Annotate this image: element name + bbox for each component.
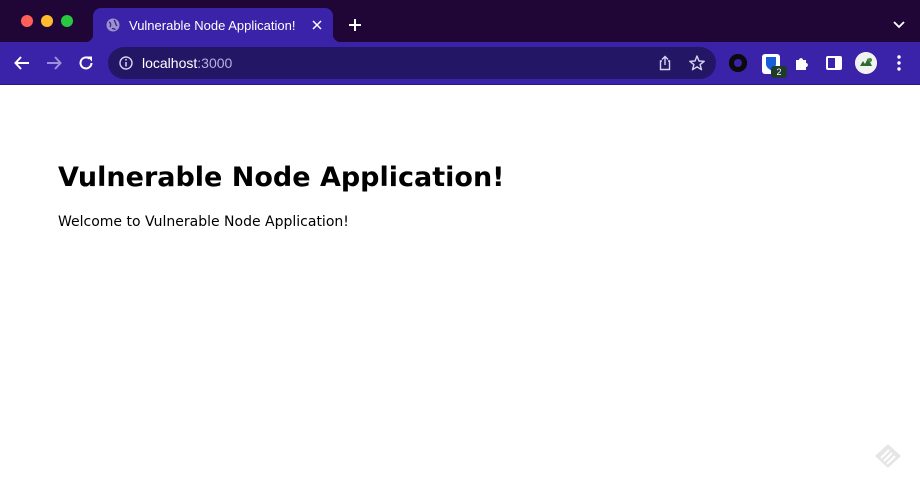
kebab-menu-icon[interactable] (888, 52, 910, 74)
star-icon[interactable] (688, 54, 706, 72)
welcome-text: Welcome to Vulnerable Node Application! (58, 214, 349, 230)
back-arrow-icon[interactable] (10, 51, 34, 75)
plus-icon[interactable] (343, 14, 367, 36)
puzzle-icon[interactable] (793, 54, 811, 72)
share-icon[interactable] (656, 54, 674, 72)
corner-logo-icon (872, 441, 904, 471)
page-viewport: Vulnerable Node Application! Welcome to … (0, 85, 920, 487)
info-icon[interactable] (118, 55, 134, 71)
url-text: localhost:3000 (142, 55, 232, 71)
window-close-button[interactable] (21, 15, 33, 27)
forward-arrow-icon[interactable] (42, 51, 66, 75)
extension-icon[interactable] (729, 54, 747, 72)
side-panel-icon[interactable] (825, 54, 843, 72)
page-title: Vulnerable Node Application! (58, 162, 505, 193)
tab-active[interactable]: Vulnerable Node Application! (85, 8, 341, 42)
extension-badge: 2 (771, 66, 787, 78)
tab-title: Vulnerable Node Application! (129, 17, 296, 33)
url-port: :3000 (197, 55, 233, 71)
address-bar[interactable]: localhost:3000 (108, 47, 716, 79)
chevron-down-icon[interactable] (888, 14, 910, 36)
reload-icon[interactable] (74, 51, 98, 75)
globe-icon (105, 17, 121, 33)
close-icon[interactable] (305, 13, 329, 37)
url-host: localhost (142, 55, 198, 71)
window-minimize-button[interactable] (41, 15, 53, 27)
browser-window: Vulnerable Node Application! localhost:3… (0, 0, 920, 487)
tab-strip: Vulnerable Node Application! (0, 0, 920, 42)
avatar[interactable] (855, 52, 877, 74)
browser-toolbar: localhost:3000 2 (0, 42, 920, 85)
window-maximize-button[interactable] (61, 15, 73, 27)
